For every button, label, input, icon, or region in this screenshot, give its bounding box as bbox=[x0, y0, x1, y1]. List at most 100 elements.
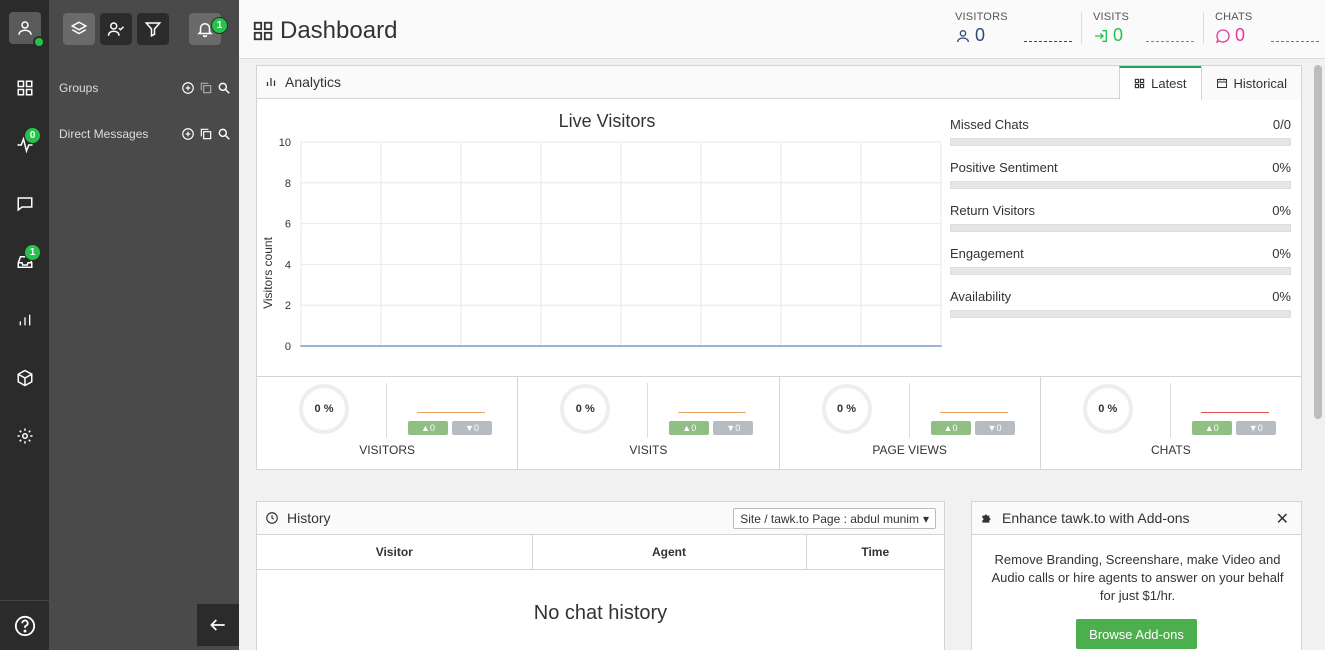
help-button[interactable] bbox=[0, 600, 49, 650]
visitors-data-point bbox=[700, 345, 702, 347]
y-tick-label: 2 bbox=[285, 300, 291, 312]
metric-positive-sentiment: Positive Sentiment 0% bbox=[950, 160, 1291, 189]
box-icon bbox=[17, 369, 32, 387]
metric-return-visitors: Return Visitors 0% bbox=[950, 203, 1291, 232]
nav-settings[interactable] bbox=[0, 416, 49, 456]
kpi-up-value: 0 bbox=[952, 423, 958, 433]
profile-avatar[interactable] bbox=[0, 8, 49, 48]
column-time[interactable]: Time bbox=[806, 535, 944, 570]
kpi-up-pill: ▲ 0 bbox=[669, 421, 710, 435]
nav-addons[interactable] bbox=[0, 358, 49, 398]
metric-label: Engagement bbox=[950, 246, 1024, 261]
nav-dashboard[interactable] bbox=[0, 68, 49, 108]
history-table: Visitor Agent Time bbox=[257, 535, 944, 570]
copy-icon[interactable] bbox=[199, 81, 213, 95]
tab-latest-label: Latest bbox=[1151, 76, 1187, 91]
user-icon bbox=[17, 21, 32, 35]
layers-icon bbox=[70, 21, 88, 35]
monitoring-badge: 0 bbox=[24, 127, 41, 144]
history-header: History Site / tawk.to Page : abdul muni… bbox=[257, 502, 944, 535]
tab-historical[interactable]: Historical bbox=[1200, 66, 1301, 100]
kpi-chats: 0 % ▲ 0 ▼ 0 CHATS bbox=[1041, 377, 1301, 469]
metric-label: Positive Sentiment bbox=[950, 160, 1058, 175]
bar-chart-icon bbox=[19, 314, 30, 326]
metric-progress-bar bbox=[950, 138, 1291, 146]
chat-bubble-icon bbox=[1215, 28, 1230, 43]
kpi-down-value: 0 bbox=[735, 423, 741, 433]
kpi-up-pill: ▲ 0 bbox=[1191, 421, 1232, 435]
visitors-data-point bbox=[780, 345, 782, 347]
user-icon bbox=[957, 29, 969, 42]
scrollbar[interactable] bbox=[1314, 65, 1322, 419]
metric-value: 0% bbox=[1272, 203, 1291, 218]
kpi-down-value: 0 bbox=[996, 423, 1002, 433]
kpi-name: VISITORS bbox=[359, 443, 416, 457]
visitors-data-point bbox=[460, 345, 462, 347]
kpi-down-value: 0 bbox=[473, 423, 479, 433]
analytics-card: Analytics Latest Historical Live Visitor… bbox=[256, 65, 1302, 470]
metric-label: Return Visitors bbox=[950, 203, 1036, 218]
metric-engagement: Engagement 0% bbox=[950, 246, 1291, 275]
kpi-percent-ring: 0 % bbox=[560, 384, 611, 434]
copy-icon[interactable] bbox=[199, 127, 213, 141]
grid-icon bbox=[253, 21, 273, 41]
kpi-row: 0 % ▲ 0 ▼ 0 VISITORS 0 % ▲ 0 ▼ 0 VISITS 0 % … bbox=[257, 376, 1301, 469]
kpi-sparkline bbox=[417, 412, 485, 414]
divider bbox=[1203, 12, 1204, 44]
browse-addons-button[interactable]: Browse Add-ons bbox=[1076, 619, 1197, 649]
direct-messages-label: Direct Messages bbox=[59, 127, 149, 141]
metric-progress-bar bbox=[950, 310, 1291, 318]
agents-button[interactable] bbox=[100, 13, 132, 45]
chat-panel: 1 Groups Direct Messages bbox=[49, 0, 239, 650]
metric-value: 0% bbox=[1272, 160, 1291, 175]
metric-missed-chats: Missed Chats 0/0 bbox=[950, 117, 1291, 146]
history-title: History bbox=[287, 510, 331, 526]
gear-icon bbox=[17, 428, 32, 444]
visits-stat-caption: VISITS bbox=[1093, 11, 1130, 23]
history-site-select[interactable]: Site / tawk.to Page : abdul munim ▾ bbox=[733, 508, 936, 529]
search-icon[interactable] bbox=[217, 81, 231, 95]
column-agent[interactable]: Agent bbox=[532, 535, 807, 570]
chats-stat-value: 0 bbox=[1235, 25, 1246, 45]
filter-button[interactable] bbox=[137, 13, 169, 45]
visits-stat: VISITS 0 bbox=[1093, 11, 1129, 46]
analytics-title: Analytics bbox=[285, 74, 342, 90]
nav-messaging[interactable] bbox=[0, 184, 49, 224]
tab-historical-label: Historical bbox=[1233, 75, 1287, 91]
column-visitor[interactable]: Visitor bbox=[257, 535, 533, 570]
caret-down-icon: ▾ bbox=[922, 511, 929, 526]
nav-reporting[interactable] bbox=[0, 300, 49, 340]
tab-latest[interactable]: Latest bbox=[1119, 66, 1201, 100]
metric-value: 0/0 bbox=[1272, 117, 1291, 132]
user-check-icon bbox=[107, 22, 125, 36]
search-icon[interactable] bbox=[217, 127, 231, 141]
groups-row: Groups bbox=[59, 78, 231, 98]
add-group-icon[interactable] bbox=[181, 81, 195, 95]
clock-icon bbox=[266, 512, 278, 524]
close-icon[interactable]: ✕ bbox=[1276, 509, 1289, 529]
y-tick-label: 0 bbox=[285, 341, 291, 353]
kpi-up-value: 0 bbox=[429, 423, 435, 433]
page-title-text: Dashboard bbox=[280, 17, 398, 44]
addons-title: Enhance tawk.to with Add-ons bbox=[1002, 510, 1190, 526]
online-status-dot bbox=[32, 36, 45, 48]
kpi-visits: 0 % ▲ 0 ▼ 0 VISITS bbox=[518, 377, 780, 469]
add-message-icon[interactable] bbox=[181, 127, 195, 141]
chart-title: Live Visitors bbox=[558, 111, 656, 131]
notifications-badge: 1 bbox=[211, 17, 228, 34]
notifications-button[interactable]: 1 bbox=[189, 13, 228, 45]
kpi-down-value: 0 bbox=[1257, 423, 1263, 433]
nav-inbox[interactable]: 1 bbox=[0, 242, 49, 282]
collapse-panel-button[interactable] bbox=[197, 604, 239, 646]
main-rail: 0 1 bbox=[0, 0, 49, 650]
empty-history-message: No chat history bbox=[533, 602, 668, 624]
analytics-header: Analytics Latest Historical bbox=[257, 66, 1301, 100]
layers-button[interactable] bbox=[63, 13, 95, 45]
visitors-data-point bbox=[620, 345, 622, 347]
kpi-up-value: 0 bbox=[1213, 423, 1219, 433]
inbox-badge: 1 bbox=[24, 244, 41, 261]
visitors-data-point bbox=[300, 345, 302, 347]
kpi-up-value: 0 bbox=[691, 423, 697, 433]
kpi-name: PAGE VIEWS bbox=[872, 443, 947, 457]
nav-monitoring[interactable]: 0 bbox=[0, 125, 49, 165]
